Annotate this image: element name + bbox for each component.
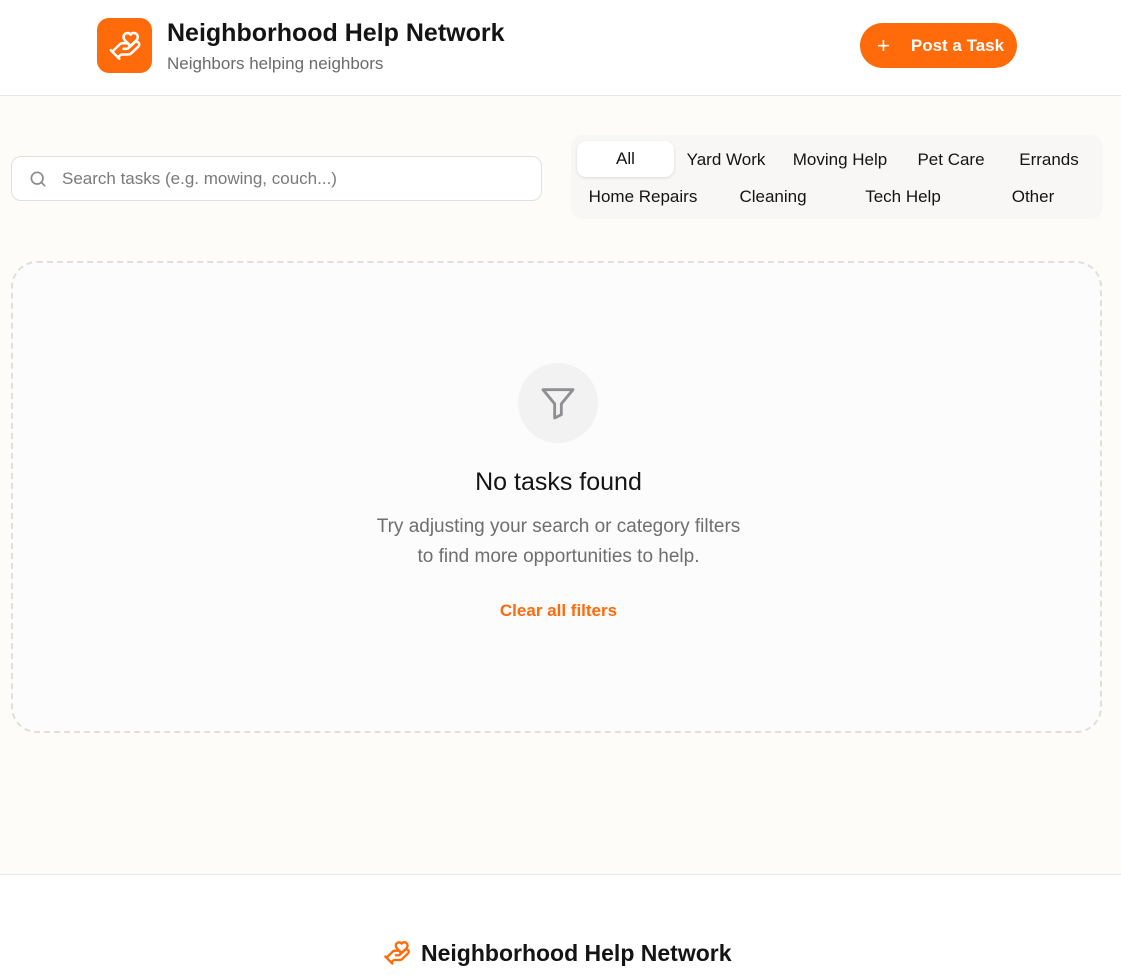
category-tab-pet-care[interactable]: Pet Care	[907, 150, 995, 170]
category-tab-home-repairs[interactable]: Home Repairs	[581, 187, 705, 207]
app-subtitle: Neighbors helping neighbors	[167, 54, 384, 73]
empty-state-message: Try adjusting your search or category fi…	[13, 512, 1104, 572]
empty-state-icon-circle	[518, 363, 598, 443]
footer-brand: Neighborhood Help Network	[383, 939, 732, 967]
footer-title: Neighborhood Help Network	[421, 939, 732, 966]
category-tab-yard-work[interactable]: Yard Work	[679, 150, 773, 170]
app-title: Neighborhood Help Network	[167, 19, 505, 47]
clear-filters-link[interactable]: Clear all filters	[13, 601, 1104, 621]
empty-state-line-2: to find more opportunities to help.	[417, 546, 700, 567]
hand-heart-icon	[109, 31, 140, 60]
category-tab-errands[interactable]: Errands	[1005, 150, 1093, 170]
search-box	[11, 156, 542, 201]
search-icon	[30, 171, 46, 187]
search-input[interactable]	[62, 157, 532, 200]
hand-heart-icon	[384, 941, 410, 965]
category-filter: All Yard Work Moving Help Pet Care Erran…	[571, 135, 1103, 219]
category-tab-moving-help[interactable]: Moving Help	[781, 150, 899, 170]
empty-state-line-1: Try adjusting your search or category fi…	[376, 516, 741, 537]
app-header: Neighborhood Help Network Neighbors help…	[0, 0, 1121, 96]
category-tab-all[interactable]: All	[577, 141, 674, 177]
empty-state-title: No tasks found	[475, 468, 642, 496]
app-footer: Neighborhood Help Network	[0, 874, 1121, 978]
category-tab-other[interactable]: Other	[979, 187, 1087, 207]
post-task-label: Post a Task	[910, 35, 1005, 55]
clear-filters-label[interactable]: Clear all filters	[500, 601, 617, 620]
empty-state: No tasks found Try adjusting your search…	[11, 261, 1102, 733]
plus-icon: +	[877, 32, 890, 58]
category-tab-cleaning[interactable]: Cleaning	[719, 187, 827, 207]
post-task-button[interactable]: + Post a Task	[860, 23, 1017, 68]
category-tab-tech-help[interactable]: Tech Help	[849, 187, 957, 207]
filter-icon	[541, 388, 575, 420]
app-logo[interactable]	[97, 18, 152, 73]
